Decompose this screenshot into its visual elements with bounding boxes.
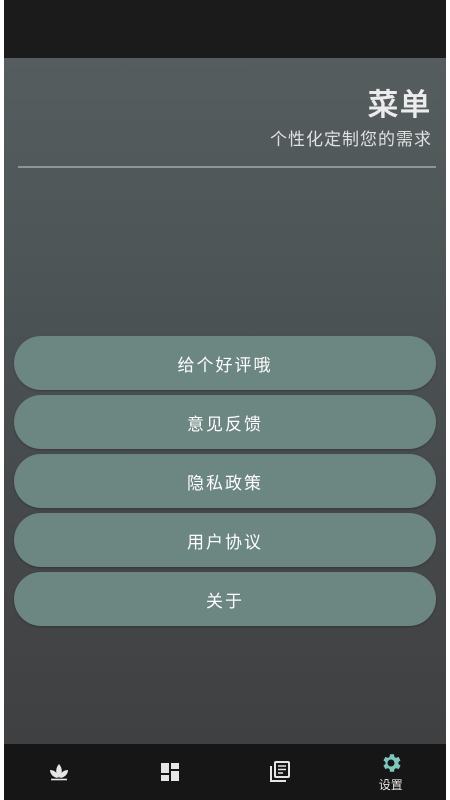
nav-tab-settings-label: 设置 bbox=[378, 778, 403, 792]
page-subtitle: 个性化定制您的需求 bbox=[270, 130, 432, 150]
header-divider bbox=[18, 166, 436, 168]
about-button[interactable]: 关于 bbox=[14, 572, 436, 626]
nav-tab-home[interactable] bbox=[4, 744, 115, 800]
settings-page: 菜单 个性化定制您的需求 给个好评哦 意见反馈 隐私政策 用户协议 关于 bbox=[4, 58, 446, 744]
user-agreement-button[interactable]: 用户协议 bbox=[14, 513, 436, 567]
menu-list: 给个好评哦 意见反馈 隐私政策 用户协议 关于 bbox=[14, 336, 436, 631]
nav-tab-settings[interactable]: 设置 bbox=[336, 744, 447, 800]
page-title: 菜单 bbox=[368, 88, 432, 123]
feedback-button[interactable]: 意见反馈 bbox=[14, 395, 436, 449]
app-screen: 菜单 个性化定制您的需求 给个好评哦 意见反馈 隐私政策 用户协议 关于 设置 bbox=[4, 0, 446, 800]
page-header: 菜单 个性化定制您的需求 bbox=[270, 86, 432, 152]
rate-us-button[interactable]: 给个好评哦 bbox=[14, 336, 436, 390]
gear-icon bbox=[379, 751, 403, 775]
lotus-icon bbox=[47, 760, 71, 784]
privacy-policy-button[interactable]: 隐私政策 bbox=[14, 454, 436, 508]
library-books-icon bbox=[268, 760, 292, 784]
dashboard-grid-icon bbox=[158, 760, 182, 784]
bottom-navigation: 设置 bbox=[4, 744, 446, 800]
status-bar bbox=[4, 0, 446, 58]
nav-tab-dashboard[interactable] bbox=[115, 744, 226, 800]
nav-tab-library[interactable] bbox=[225, 744, 336, 800]
